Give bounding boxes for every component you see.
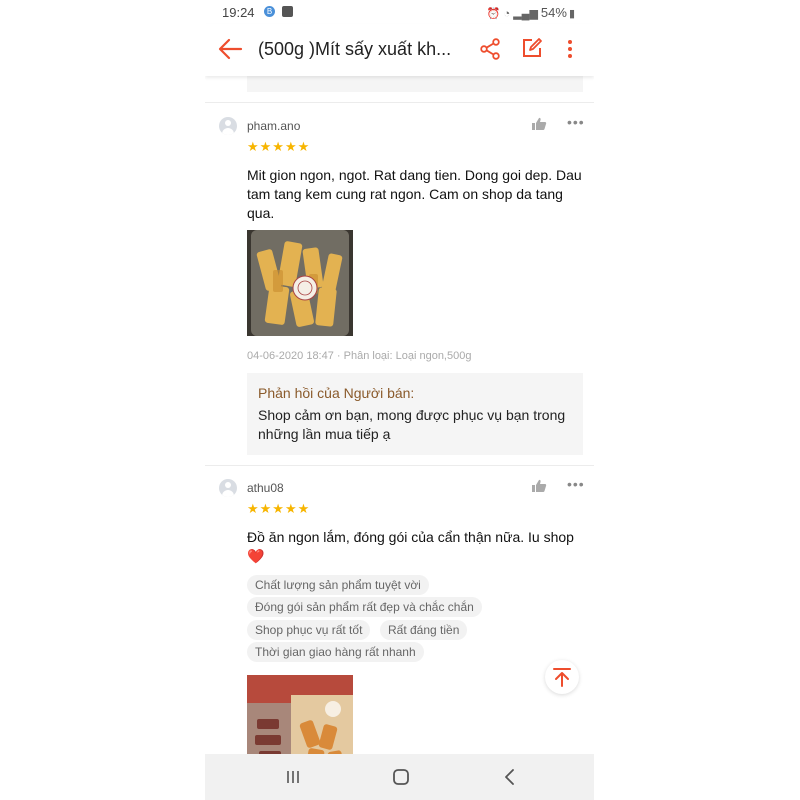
- review-username: pham.ano: [247, 119, 301, 133]
- recent-apps-icon[interactable]: [285, 769, 301, 785]
- review-item: pham.ano ••• ★★★★★ Mit gion ngon, ngot. …: [205, 103, 594, 463]
- review-tag: Shop phục vụ rất tốt: [247, 620, 371, 640]
- battery-percent: 54%: [540, 5, 567, 20]
- previous-seller-reply: [247, 76, 583, 92]
- wifi-icon: ◔: [503, 8, 511, 20]
- review-comment: Mit gion ngon, ngot. Rat dang tien. Dong…: [247, 167, 582, 221]
- status-bar: 19:24 B ⏰ ◔ ▂▄▆ 54% ▮: [205, 0, 594, 24]
- signal-icon: ▂▄▆: [513, 8, 538, 20]
- thumbs-up-icon[interactable]: [531, 479, 547, 493]
- review-tag: Đóng gói sản phẩm rất đẹp và chắc chắn: [247, 597, 482, 617]
- review-meta: 04-06-2020 18:47 · Phân loại: Loại ngon,…: [247, 350, 472, 362]
- seller-reply-text: Shop cảm ơn bạn, mong được phục vụ bạn t…: [258, 407, 566, 442]
- scroll-to-top-button[interactable]: [545, 660, 579, 694]
- arrow-up-icon: [553, 668, 571, 687]
- seller-reply-header: Phản hồi của Người bán:: [258, 385, 415, 401]
- review-photo[interactable]: [247, 675, 353, 754]
- reviews-list[interactable]: pham.ano ••• ★★★★★ Mit gion ngon, ngot. …: [205, 76, 594, 754]
- review-tag: Rất đáng tiền: [380, 620, 468, 640]
- status-right: ⏰ ◔ ▂▄▆ 54% ▮: [487, 5, 578, 20]
- page-title: (500g )Mít sấy xuất kh...: [258, 39, 452, 59]
- notification-square-icon: [282, 6, 293, 17]
- more-options-icon[interactable]: •••: [567, 476, 585, 492]
- app-bar: (500g )Mít sấy xuất kh...: [205, 24, 594, 76]
- heart-icon: ❤️: [247, 548, 265, 564]
- review-tag: Thời gian giao hàng rất nhanh: [247, 642, 424, 662]
- status-time: 19:24: [222, 5, 255, 20]
- alarm-icon: ⏰: [486, 8, 501, 20]
- rating-stars: ★★★★★: [247, 501, 311, 516]
- seller-reply: Phản hồi của Người bán: Shop cảm ơn bạn,…: [247, 373, 583, 455]
- battery-icon: ▮: [568, 8, 575, 20]
- review-comment-text: Đồ ăn ngon lắm, đóng gói của cẩn thận nữ…: [247, 529, 574, 545]
- phone-screen: 19:24 B ⏰ ◔ ▂▄▆ 54% ▮ (500g )Mít sấy xuất kh…: [205, 0, 594, 800]
- avatar[interactable]: [219, 479, 237, 497]
- home-icon[interactable]: [392, 768, 410, 786]
- review-photo[interactable]: [247, 230, 353, 336]
- review-tag: Chất lượng sản phẩm tuyệt vời: [247, 575, 429, 595]
- review-username: athu08: [247, 481, 284, 495]
- back-nav-icon[interactable]: [503, 768, 517, 786]
- edit-icon[interactable]: [521, 37, 543, 59]
- more-options-icon[interactable]: •••: [567, 114, 585, 130]
- rating-stars: ★★★★★: [247, 139, 311, 154]
- review-item: athu08 ••• ★★★★★ Đồ ăn ngon lắm, đóng gó…: [205, 465, 594, 754]
- avatar[interactable]: [219, 117, 237, 135]
- back-arrow-icon[interactable]: [217, 36, 243, 62]
- share-icon[interactable]: [479, 38, 501, 60]
- more-vertical-icon[interactable]: [565, 38, 575, 60]
- review-comment: Đồ ăn ngon lắm, đóng gói của cẩn thận nữ…: [247, 528, 583, 566]
- thumbs-up-icon[interactable]: [531, 117, 547, 131]
- notification-app-icon: B: [264, 6, 275, 17]
- system-nav-bar: [205, 754, 594, 800]
